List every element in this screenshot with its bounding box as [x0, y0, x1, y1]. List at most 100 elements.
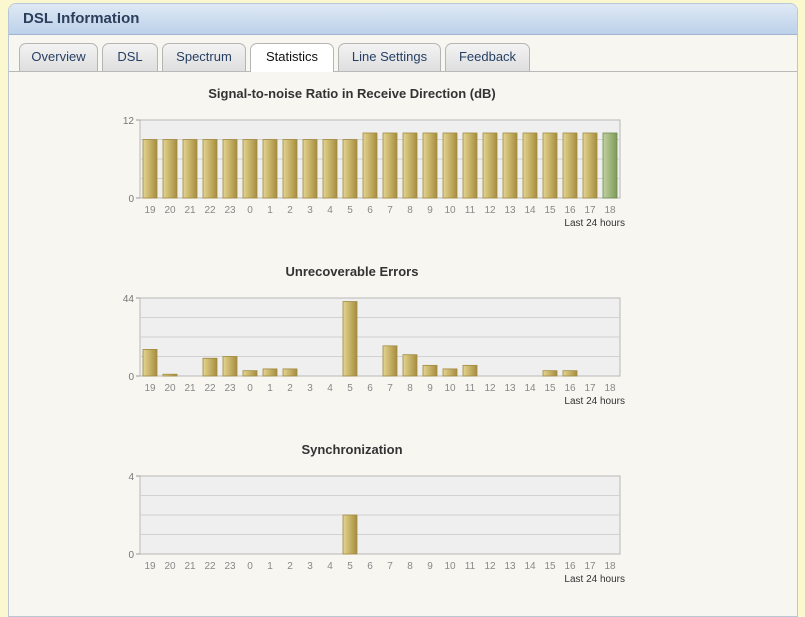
snr-xtick-label: 17: [584, 205, 596, 216]
errors-bar: [162, 373, 178, 377]
tab-feedback[interactable]: Feedback: [445, 43, 530, 71]
sync-xtick-label: 4: [327, 561, 333, 572]
tab-dsl[interactable]: DSL: [102, 43, 158, 71]
snr-bar: [322, 139, 338, 199]
errors-xtick-label: 2: [287, 383, 293, 394]
errors-bar: [422, 364, 438, 377]
sync-xtick-label: 14: [524, 561, 536, 572]
errors-xaxis-label: Last 24 hours: [564, 396, 625, 407]
errors-bar: [282, 368, 298, 377]
snr-xtick-label: 21: [184, 205, 196, 216]
snr-xtick-label: 5: [347, 205, 353, 216]
snr-xtick-label: 8: [407, 205, 413, 216]
snr-xtick-label: 13: [504, 205, 516, 216]
errors-bar: [202, 357, 218, 377]
panel-header: DSL Information: [9, 4, 797, 35]
snr-xtick-label: 18: [604, 205, 616, 216]
tab-bar: Overview DSL Spectrum Statistics Line Se…: [9, 35, 797, 72]
errors-xtick-label: 17: [584, 383, 596, 394]
snr-bar: [602, 132, 618, 199]
tab-spectrum[interactable]: Spectrum: [162, 43, 246, 71]
snr-xtick-label: 20: [164, 205, 176, 216]
sync-xtick-label: 0: [247, 561, 253, 572]
sync-xtick-label: 23: [224, 561, 236, 572]
snr-xtick-label: 15: [544, 205, 556, 216]
tab-statistics[interactable]: Statistics: [250, 43, 334, 72]
errors-chart: Unrecoverable Errors 44 0 19 20 21 22 23 0 1 2 3 4 5…: [9, 262, 797, 412]
snr-bar: [222, 139, 238, 199]
snr-chart-plot: 12019 20 21 22 23 0 1 2 3 4 5 6 7 8 9 10 11 12 13 14 15 16 17 1…: [123, 116, 625, 229]
snr-bar: [562, 132, 578, 199]
errors-xtick-label: 1: [267, 383, 273, 394]
snr-bar: [182, 139, 198, 199]
sync-xtick-label: 16: [564, 561, 576, 572]
tab-overview[interactable]: Overview: [19, 43, 98, 71]
errors-xtick-label: 21: [184, 383, 196, 394]
snr-xtick-label: 1: [267, 205, 273, 216]
sync-xtick-label: 10: [444, 561, 456, 572]
errors-xtick-label: 10: [444, 383, 456, 394]
errors-xtick-label: 11: [465, 383, 476, 394]
errors-bar: [382, 345, 398, 377]
sync-chart-plot: 4019 20 21 22 23 0 1 2 3 4 5 6 7 8 9 10 11 12 13 14 15 16 17 18…: [128, 472, 625, 585]
snr-bar: [302, 139, 318, 199]
snr-bar: [142, 139, 158, 199]
snr-bar: [522, 132, 538, 199]
sync-xtick-label: 17: [584, 561, 596, 572]
snr-xtick-label: 2: [287, 205, 293, 216]
page-title: DSL Information: [23, 10, 140, 27]
sync-chart-title: Synchronization: [301, 442, 403, 457]
snr-xaxis-label: Last 24 hours: [564, 218, 625, 229]
tab-line-settings[interactable]: Line Settings: [338, 43, 441, 71]
snr-xtick-label: 0: [247, 205, 253, 216]
snr-bar: [342, 139, 358, 199]
errors-bar: [222, 356, 238, 377]
sync-xtick-label: 12: [484, 561, 496, 572]
errors-xtick-label: 12: [484, 383, 496, 394]
errors-xtick-label: 0: [247, 383, 253, 394]
snr-chart: Signal-to-noise Ratio in Receive Directi…: [9, 84, 797, 234]
sync-xtick-label: 3: [307, 561, 313, 572]
errors-xtick-label: 6: [367, 383, 373, 394]
errors-bar: [342, 301, 358, 377]
snr-bar: [462, 132, 478, 199]
snr-xtick-label: 16: [564, 205, 576, 216]
dsl-information-panel: DSL Information Overview DSL Spectrum St…: [8, 3, 798, 617]
errors-xtick-label: 20: [164, 383, 176, 394]
snr-bar: [362, 132, 378, 199]
errors-bar: [262, 368, 278, 377]
errors-xtick-label: 22: [204, 383, 216, 394]
errors-xtick-label: 16: [564, 383, 576, 394]
sync-xtick-label: 6: [367, 561, 373, 572]
errors-xtick-label: 15: [544, 383, 556, 394]
snr-bar: [162, 139, 178, 199]
sync-xtick-label: 21: [184, 561, 196, 572]
sync-ytick-max: 4: [128, 472, 134, 483]
snr-bar: [482, 132, 498, 199]
errors-xtick-label: 18: [604, 383, 616, 394]
errors-ytick-min: 0: [128, 372, 134, 383]
snr-bar: [202, 139, 218, 199]
sync-xaxis-label: Last 24 hours: [564, 574, 625, 585]
sync-xtick-label: 20: [164, 561, 176, 572]
errors-xtick-label: 14: [524, 383, 536, 394]
snr-bar: [442, 132, 458, 199]
snr-xtick-label: 6: [367, 205, 373, 216]
snr-xtick-label: 23: [224, 205, 236, 216]
errors-bar: [542, 370, 558, 377]
errors-xtick-label: 13: [504, 383, 516, 394]
snr-xtick-label: 22: [204, 205, 216, 216]
snr-bar: [262, 139, 278, 199]
errors-bar: [462, 364, 478, 377]
errors-bar: [242, 370, 258, 377]
sync-xtick-label: 5: [347, 561, 353, 572]
snr-xtick-label: 19: [144, 205, 156, 216]
errors-bar: [442, 368, 458, 377]
snr-xtick-label: 10: [444, 205, 456, 216]
snr-bar: [542, 132, 558, 199]
snr-bar: [382, 132, 398, 199]
snr-xtick-label: 7: [387, 205, 393, 216]
sync-xtick-label: 2: [287, 561, 293, 572]
snr-bar: [582, 132, 598, 199]
sync-chart: Synchronization 4 0 19 20 21 22 23 0 1 2 3 4 5 6 7 8 9 10…: [9, 440, 797, 590]
